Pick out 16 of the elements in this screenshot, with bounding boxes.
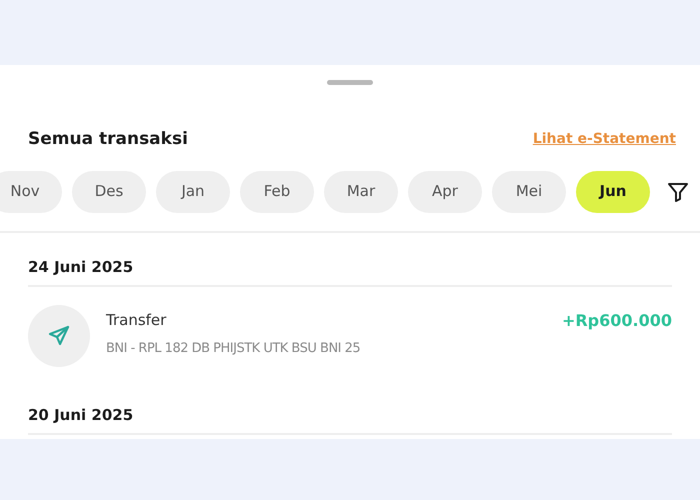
transaction-amount: +Rp600.000 xyxy=(562,310,672,332)
date-header: 20 Juni 2025 xyxy=(28,406,134,424)
section-title: Semua transaksi xyxy=(28,128,188,151)
transaction-description: BNI - RPL 182 DB PHIJSTK UTK BSU BNI 25 xyxy=(106,340,360,358)
transaction-row[interactable]: Transfer BNI - RPL 182 DB PHIJSTK UTK BSU BNI 25 +Rp600.000 xyxy=(28,286,672,380)
month-chip[interactable]: Des xyxy=(72,170,146,212)
month-chip[interactable]: Apr xyxy=(408,170,482,212)
month-chip[interactable]: Jan xyxy=(156,170,230,212)
month-chip[interactable]: Feb xyxy=(240,170,314,212)
month-chip[interactable]: Mar xyxy=(324,170,398,212)
month-chip[interactable]: Nov xyxy=(0,170,62,212)
date-header: 24 Juni 2025 xyxy=(28,258,134,276)
month-chip[interactable]: Mei xyxy=(492,170,566,212)
drag-handle[interactable] xyxy=(327,80,373,85)
month-chip[interactable]: Jun xyxy=(576,170,650,212)
transaction-title: Transfer xyxy=(106,310,168,330)
